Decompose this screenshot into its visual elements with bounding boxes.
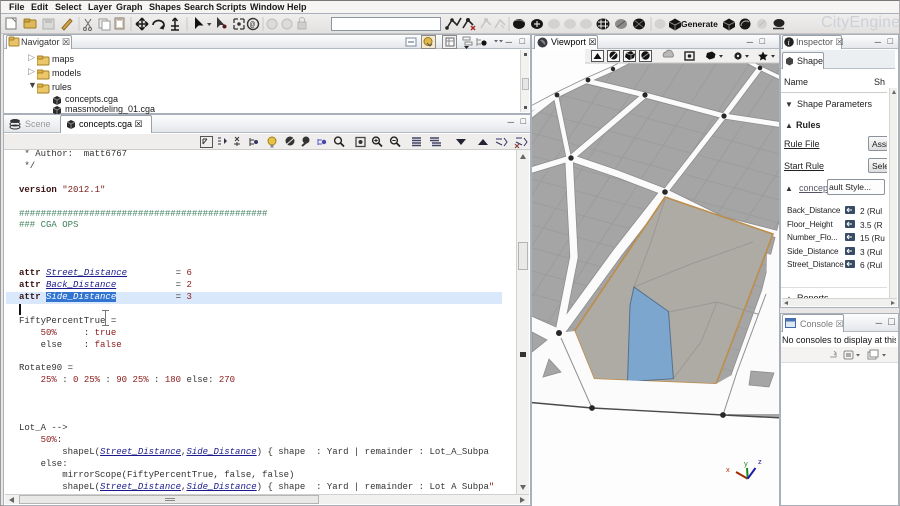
svg-text:3.5 (R: 3.5 (R	[860, 220, 883, 230]
svg-text:i: i	[788, 38, 790, 47]
svg-text:6 (Rul: 6 (Rul	[860, 260, 882, 270]
svg-text:2 (Rul: 2 (Rul	[860, 206, 882, 216]
svg-text:y: y	[744, 459, 748, 468]
svg-text:15 (Ru: 15 (Ru	[860, 233, 885, 243]
svg-text:z: z	[758, 457, 762, 466]
svg-text:3 (Rul: 3 (Rul	[860, 247, 882, 257]
svg-text:x: x	[726, 465, 730, 474]
svg-text:@: @	[250, 21, 255, 30]
svg-text:Generate: Generate	[681, 19, 718, 29]
